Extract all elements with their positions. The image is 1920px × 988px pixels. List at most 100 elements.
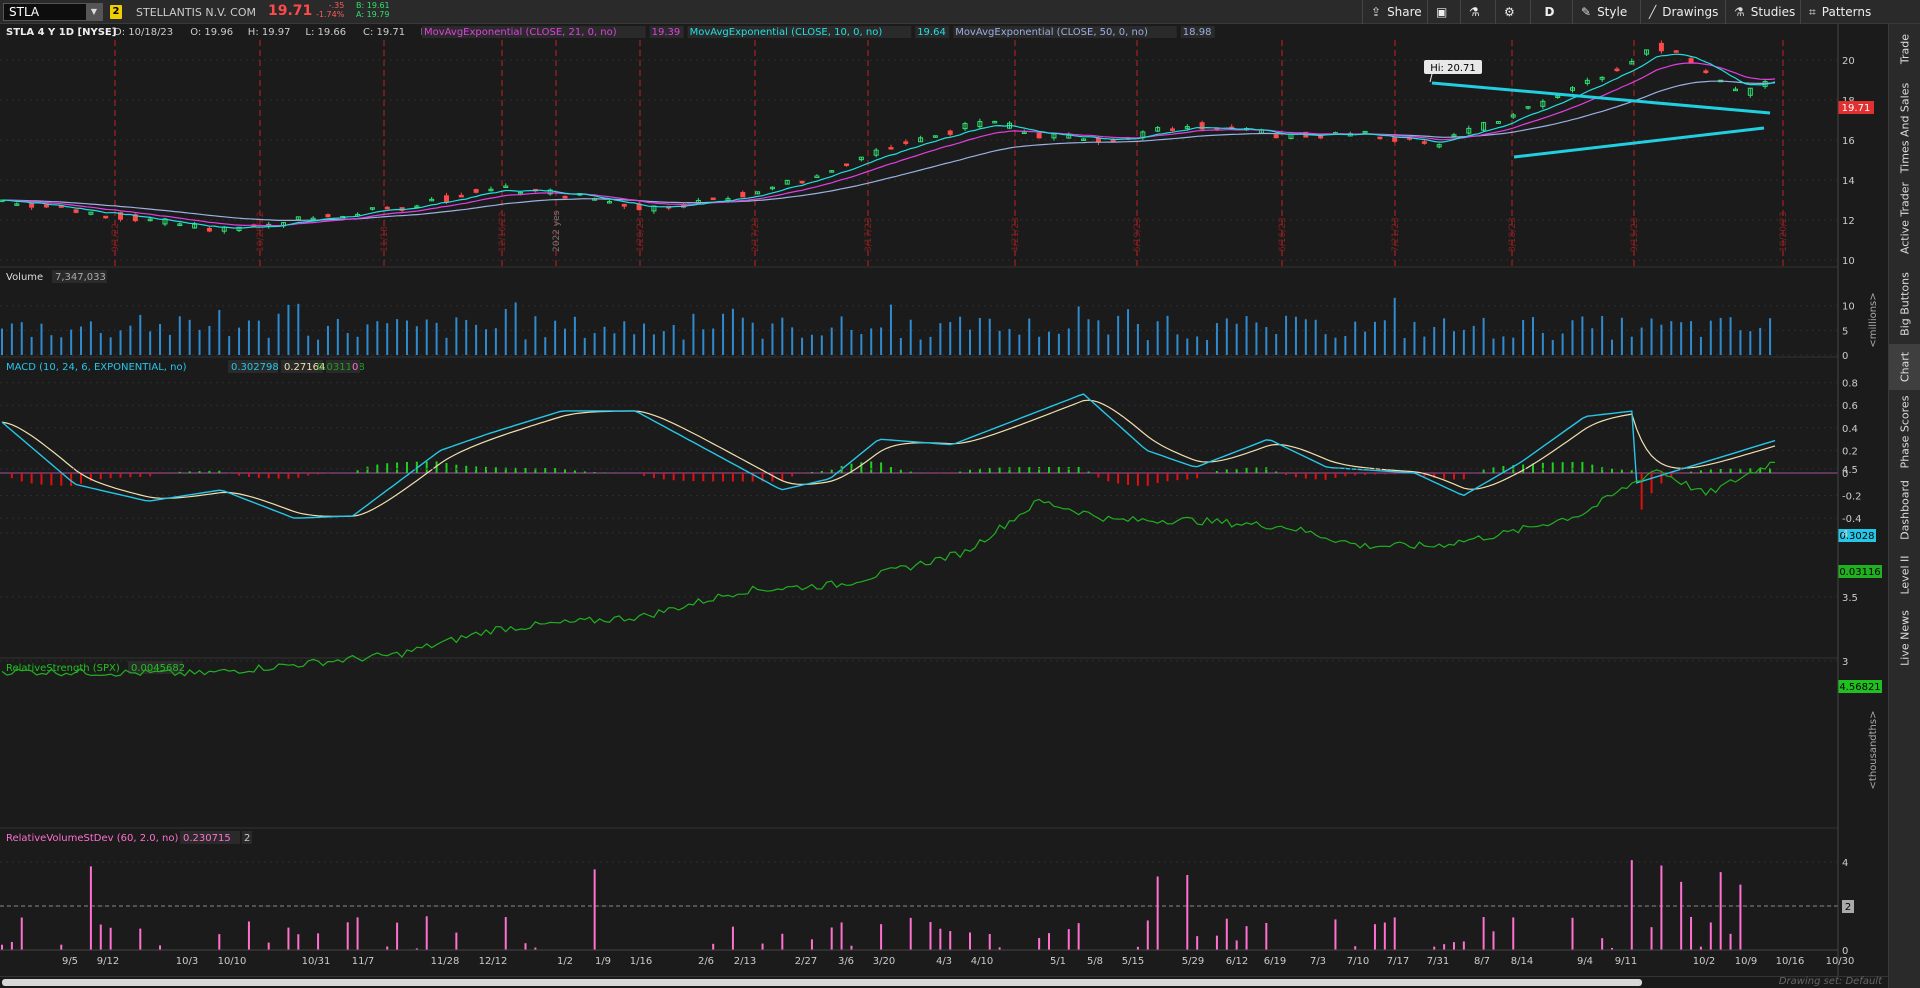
side-tab-label: Dashboard (1898, 480, 1912, 540)
scrollbar-thumb[interactable] (2, 979, 1642, 986)
x-axis-label: 10/2 (1693, 956, 1715, 967)
side-tab-chart[interactable]: Chart (1889, 344, 1920, 390)
candle-body (103, 215, 109, 219)
link-group-badge[interactable]: 2 (110, 5, 122, 19)
macd-title: MACD (10, 24, 6, EXPONENTIAL, no) (6, 362, 187, 373)
share-button[interactable]: ⇪ Share (1362, 0, 1430, 24)
change-percent: -1.74% (316, 10, 345, 19)
horizontal-scrollbar[interactable]: Drawing set: Default (0, 976, 1888, 988)
aggregation-button[interactable]: D (1530, 0, 1568, 24)
x-axis-label: 4/10 (971, 956, 993, 967)
net-change: -.35 -1.74% (316, 1, 344, 19)
study-label: MovAvgExponential (CLOSE, 50, 0, no) (955, 27, 1148, 38)
candle-body (458, 194, 464, 198)
side-tab-live-news[interactable]: Live News (1889, 604, 1920, 672)
candle-body (1614, 68, 1620, 72)
period-label: 11/18 (380, 226, 390, 252)
high-label: Hi: 20.71 (1430, 63, 1475, 74)
rvsd-tag: 2 (1845, 902, 1851, 913)
x-axis-label: 9/4 (1577, 956, 1593, 967)
candle-body (562, 195, 568, 199)
side-tab-times-and-sales[interactable]: Times And Sales (1889, 83, 1920, 173)
last-price: 19.71 (268, 3, 313, 19)
ask-value: A: 19.79 (356, 10, 390, 19)
candle-body (1318, 135, 1324, 139)
side-tab-active-trader[interactable]: Active Trader (1889, 174, 1920, 262)
rs-tick: 4 (1842, 529, 1848, 540)
x-axis-label: 2/13 (734, 956, 756, 967)
x-axis-label: 4/3 (936, 956, 952, 967)
volume-tick: 0 (1842, 351, 1848, 362)
style-icon: ✎ (1581, 5, 1592, 19)
candle-body (1688, 58, 1694, 63)
candle-body (443, 195, 449, 202)
candle-body (325, 214, 331, 218)
ohlc-item: H: 19.97 (248, 27, 291, 38)
side-tab-level-ii[interactable]: Level II (1889, 550, 1920, 600)
top-toolbar: STLA ▼ 2 STELLANTIS N.V. COM 19.71 -.35 … (0, 0, 1920, 24)
candle-body (73, 209, 79, 213)
x-axis-label: 5/15 (1122, 956, 1144, 967)
symbol-input[interactable]: STLA ▼ (3, 3, 103, 21)
study-value: 19.39 (652, 27, 681, 38)
side-tab-label: Chart (1898, 351, 1912, 383)
price-tick: 22 (1842, 24, 1855, 27)
x-axis-label: 1/2 (557, 956, 573, 967)
candle-body (43, 204, 49, 208)
volume-title: Volume (6, 272, 43, 283)
side-tab-phase-scores[interactable]: Phase Scores (1889, 394, 1920, 470)
style-button[interactable]: ✎ Style (1572, 0, 1635, 24)
candle-body (1036, 132, 1042, 139)
x-axis-label: 8/7 (1474, 956, 1490, 967)
macd-tick: -0.4 (1842, 514, 1862, 525)
period-label: 9/15/23 (1630, 217, 1640, 252)
pencil-icon: ╱ (1649, 5, 1657, 19)
snapshot-button[interactable]: ▣ (1427, 0, 1455, 24)
candle-body (799, 180, 805, 184)
x-axis-label: 6/12 (1226, 956, 1248, 967)
price-tag: 19.71 (1838, 101, 1874, 114)
side-tab-dashboard[interactable]: Dashboard (1889, 474, 1920, 546)
side-tab-label: Phase Scores (1898, 395, 1912, 469)
ohlc-item: O: 19.96 (190, 27, 233, 38)
volume-tick: 10 (1842, 302, 1855, 313)
period-label: 5/19/23 (1133, 217, 1143, 252)
study-label: MovAvgExponential (CLOSE, 10, 0, no) (690, 27, 883, 38)
period-label: 8/18/23 (1508, 217, 1518, 252)
drawing-set-label: Drawing set: Default (1778, 976, 1882, 987)
side-tab-big-buttons[interactable]: Big Buttons (1889, 264, 1920, 344)
candle-body (206, 227, 212, 232)
side-tab-trade[interactable]: Trade (1889, 24, 1920, 74)
company-name: STELLANTIS N.V. COM (136, 6, 257, 19)
chart-area[interactable]: 9/1/22 10/28/22 11/18 12/16/22 2022 yes 1/20/… (0, 16, 1888, 976)
price-pane-title: STLA 4 Y 1D [NYSE] (6, 27, 116, 38)
x-axis-label: 9/11 (1615, 956, 1637, 967)
x-axis-label: 11/7 (352, 956, 374, 967)
macd-hist-tag: 0.03116 (1839, 567, 1880, 578)
rs-unit: <thousandths> (1868, 711, 1879, 790)
x-axis-label: 10/31 (302, 956, 331, 967)
x-axis-label: 7/31 (1427, 956, 1449, 967)
x-axis-label: 1/16 (630, 956, 652, 967)
x-axis-label: 9/12 (97, 956, 119, 967)
side-tab-label: Active Trader (1898, 181, 1912, 255)
side-tab-label: Big Buttons (1898, 272, 1912, 336)
settings-button[interactable]: ⚙ (1495, 0, 1523, 24)
period-label: 2/17/23 (751, 217, 761, 252)
flask-button[interactable]: ⚗ (1460, 0, 1488, 24)
symbol-dropdown-icon[interactable]: ▼ (86, 4, 102, 20)
period-label: 1/20/23 (636, 217, 646, 252)
candle-body (384, 206, 390, 210)
x-axis-label: 9/5 (62, 956, 78, 967)
x-axis-label: 7/17 (1387, 956, 1409, 967)
patterns-button[interactable]: ⌗ Patterns (1800, 0, 1879, 24)
period-label: 2022 yes (552, 210, 562, 252)
candle-body (1392, 137, 1398, 142)
studies-button[interactable]: ⚗ Studies (1725, 0, 1803, 24)
drawings-button[interactable]: ╱ Drawings (1640, 0, 1726, 24)
candle-body (621, 203, 627, 207)
chart-canvas[interactable]: 9/1/22 10/28/22 11/18 12/16/22 2022 yes 1/20/… (0, 16, 1888, 976)
rs-tag: 4.56821 (1839, 682, 1880, 693)
period-label: 10/20/23 (1779, 212, 1789, 252)
rvsd-threshold: 2 (244, 833, 250, 844)
